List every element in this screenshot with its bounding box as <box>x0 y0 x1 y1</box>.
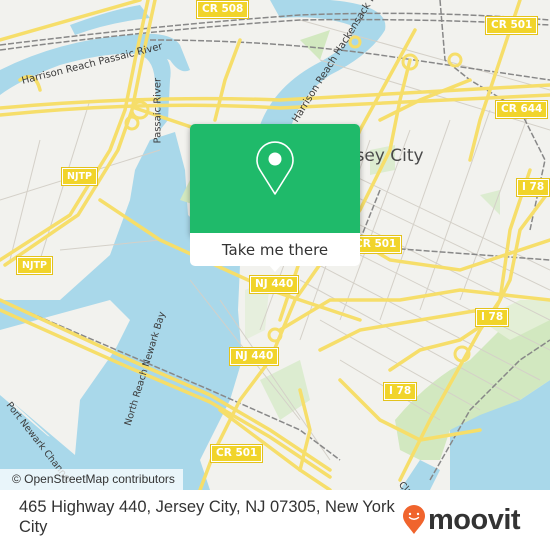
address-text: 465 Highway 440, Jersey City, NJ 07305, … <box>19 498 395 536</box>
map-pin-icon <box>256 141 294 195</box>
road-shield-nj440: NJ 440 <box>248 275 300 294</box>
road-shield-cr501: CR 501 <box>209 444 264 463</box>
road-shield-njtp: NJTP <box>61 167 98 186</box>
moovit-pin-icon <box>403 505 425 534</box>
map[interactable]: Harrison Reach Passaic River Passaic Riv… <box>0 0 550 490</box>
moovit-logo[interactable]: moovit <box>402 504 521 536</box>
popup-header[interactable] <box>190 124 360 233</box>
road-shield-i78: I 78 <box>515 178 550 197</box>
water-label-passaic-river: Passaic River <box>152 77 164 144</box>
moovit-wordmark: moovit <box>428 504 521 536</box>
road-shield-cr501: CR 501 <box>484 16 539 35</box>
road-shield-cr508: CR 508 <box>195 0 250 19</box>
road-shield-cr644: CR 644 <box>494 100 549 119</box>
destination-popup[interactable]: Take me there <box>190 124 360 272</box>
road-shield-i78: I 78 <box>474 308 510 327</box>
road-shield-nj440: NJ 440 <box>228 347 280 366</box>
road-shield-njtp: NJTP <box>16 256 53 275</box>
road-shield-i78: I 78 <box>382 382 418 401</box>
popup-pointer <box>268 264 282 272</box>
map-attribution[interactable]: © OpenStreetMap contributors <box>0 469 183 490</box>
take-me-there-button[interactable]: Take me there <box>190 233 360 266</box>
